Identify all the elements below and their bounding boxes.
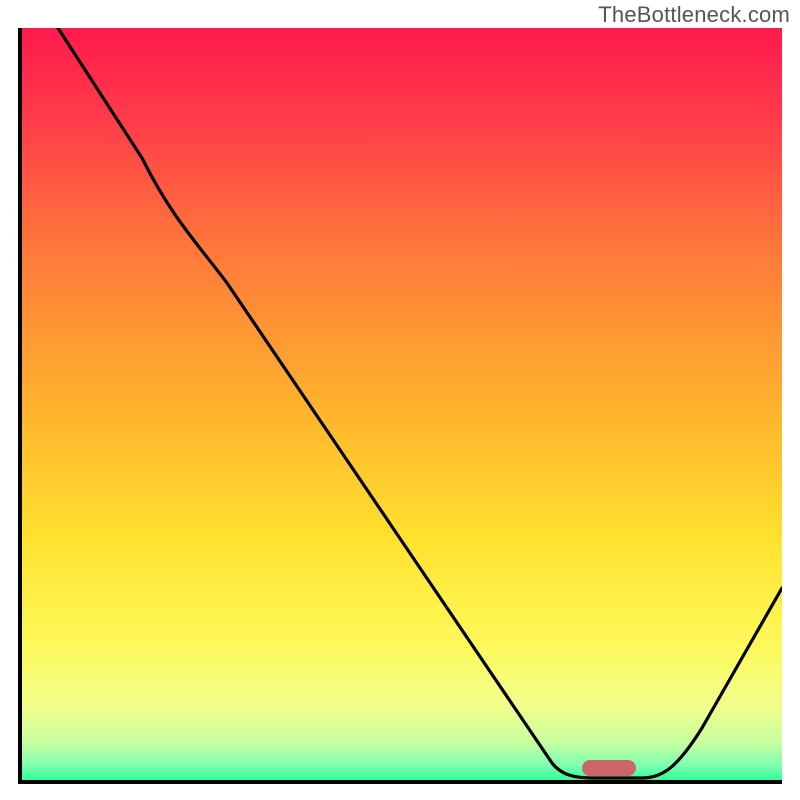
watermark-text: TheBottleneck.com: [598, 2, 790, 28]
optimum-marker: [582, 760, 636, 776]
bottleneck-curve: [22, 28, 782, 780]
chart-container: TheBottleneck.com: [0, 0, 800, 800]
plot-area: [18, 28, 782, 784]
